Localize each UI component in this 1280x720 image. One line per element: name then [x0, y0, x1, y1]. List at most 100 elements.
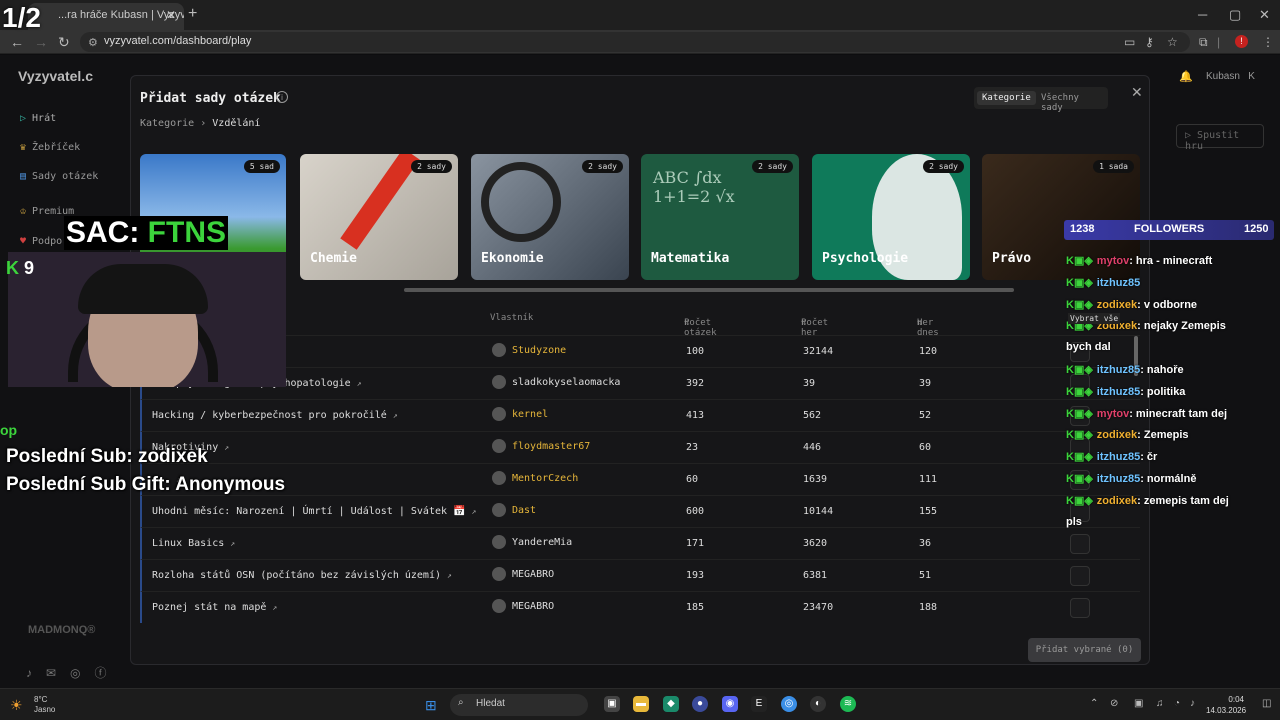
new-tab-icon[interactable]: + [188, 5, 197, 23]
user-menu[interactable]: Kubasn K [1206, 71, 1255, 82]
taskbar-clock[interactable]: 0:04 14.03.2026 [1206, 694, 1246, 716]
file-explorer-icon[interactable]: ▬ [633, 696, 649, 712]
last-gift-overlay: Poslední Sub Gift: Anonymous [6, 474, 286, 495]
chrome-icon[interactable]: ◎ [781, 696, 797, 712]
browser-tab[interactable]: ...ra hráče Kubasn | Vyzyvatel.cz [28, 3, 184, 30]
extensions-icon[interactable]: ⧉ [1199, 35, 1208, 50]
table-row[interactable]: europsychologie a psychopatologie ↗sladk… [140, 367, 1140, 399]
reload-icon[interactable]: ↻ [58, 34, 70, 51]
games-today: 155 [919, 506, 938, 517]
notifications-icon[interactable]: ◫ [1262, 698, 1271, 709]
set-owner[interactable]: floydmaster67 [492, 439, 590, 453]
games-count: 446 [803, 442, 822, 453]
view-toggle: Kategorie Všechny sady [974, 87, 1108, 113]
external-link-icon: ↗ [230, 539, 236, 548]
sidebar-item-hrat[interactable]: ▷ Hrát [20, 113, 56, 124]
table-row[interactable]: Linux Basics ↗ YandereMia 171 3620 36 [140, 527, 1140, 559]
category-card-matematika[interactable]: ABC ∫dx 1+1=2 √x 2 sady Matematika [641, 154, 799, 280]
set-owner[interactable]: kernel [492, 407, 548, 421]
table-row[interactable]: Uhodni měsíc: Narození | Úmrtí | Událost… [140, 495, 1140, 527]
profile-alert-icon[interactable]: ! [1235, 35, 1248, 48]
taskbar-search[interactable]: ⌕ Hledat [450, 694, 588, 716]
set-owner[interactable]: Studyzone [492, 343, 566, 357]
table-row[interactable]: ... ↗ MentorCzech 60 1639 111 [140, 463, 1140, 495]
set-name-link[interactable]: Hacking / kyberbezpečnost pro pokročilé … [152, 410, 398, 421]
app-icon[interactable]: ◆ [663, 696, 679, 712]
microphone-icon[interactable]: ♫ [1156, 698, 1164, 709]
set-name-link[interactable]: Linux Basics ↗ [152, 538, 235, 549]
games-count: 23470 [803, 602, 834, 613]
row-checkbox[interactable] [1070, 598, 1090, 618]
games-today: 39 [919, 378, 932, 389]
start-game-button[interactable]: ▷ Spustit hru [1176, 124, 1264, 152]
app-icon[interactable]: ● [692, 696, 708, 712]
sidebar-item-zebricek[interactable]: ♛ Žebříček [20, 142, 80, 153]
set-owner[interactable]: MentorCzech [492, 471, 578, 485]
table-row[interactable]: Rozloha států OSN (počítáno bez závislýc… [140, 559, 1140, 591]
discord-icon[interactable]: ◉ [722, 696, 738, 712]
obs-icon[interactable]: ◐ [810, 696, 826, 712]
site-info-icon[interactable]: ⚙ [88, 36, 98, 49]
games-today: 52 [919, 410, 932, 421]
category-name: Chemie [310, 251, 357, 266]
row-checkbox[interactable] [1070, 566, 1090, 586]
tray-chevron-icon[interactable]: ⌃ [1090, 698, 1098, 709]
table-row[interactable]: Poznej stát na mapě ↗ MEGABRO 185 23470 188 [140, 591, 1140, 623]
maximize-icon[interactable]: ▢ [1229, 7, 1241, 23]
wifi-icon[interactable]: ◔ [1174, 698, 1180, 709]
tray-network-icon[interactable]: ⊘ [1110, 698, 1118, 709]
tab-close-icon[interactable]: ✕ [166, 8, 176, 22]
column-owner[interactable]: Vlastník [490, 313, 533, 323]
book-icon: ▤ [20, 171, 27, 182]
back-icon[interactable]: ← [10, 34, 24, 50]
info-icon[interactable]: i [276, 91, 288, 103]
avatar [492, 343, 506, 357]
task-view-icon[interactable]: ▣ [604, 696, 620, 712]
set-owner[interactable]: MEGABRO [492, 567, 554, 581]
avatar [492, 599, 506, 613]
category-card-psychologie[interactable]: 2 sady Psychologie [812, 154, 970, 280]
tab-kategorie[interactable]: Kategorie [977, 91, 1036, 105]
social-icons[interactable]: ♪✉◎ⓕ [26, 664, 121, 681]
table-row[interactable]: mačky na střední ↗Studyzone10032144120 [140, 335, 1140, 367]
category-card-chemie[interactable]: 2 sady Chemie [300, 154, 458, 280]
url-field[interactable]: vyzyvatel.com/dashboard/play [80, 32, 1190, 52]
bookmark-star-icon[interactable]: ☆ [1167, 35, 1178, 49]
category-card-ekonomie[interactable]: 2 sady Ekonomie [471, 154, 629, 280]
chat-badges-icon: K▣◈ [1066, 429, 1093, 442]
select-all-button[interactable]: Vybrat vše [1068, 313, 1121, 324]
breadcrumb-root[interactable]: Kategorie [140, 118, 194, 129]
set-owner[interactable]: Dast [492, 503, 536, 517]
set-owner[interactable]: YandereMia [492, 535, 572, 549]
tab-vsechny-sady[interactable]: Všechny sady [1036, 91, 1108, 115]
address-bar: ← → ↻ vyzyvatel.com/dashboard/play [0, 30, 1280, 54]
sidebar-item-podpora[interactable]: ♥ Podpo [20, 236, 62, 247]
add-selected-button[interactable]: Přidat vybrané (0) [1028, 638, 1141, 662]
table-row[interactable]: Hacking / kyberbezpečnost pro pokročilé … [140, 399, 1140, 431]
window-close-icon[interactable]: ✕ [1259, 7, 1270, 23]
set-owner[interactable]: sladkokyselaomacka [492, 375, 620, 389]
spotify-icon[interactable]: ≋ [840, 696, 856, 712]
sidebar-item-sady[interactable]: ▤ Sady otázek [20, 171, 98, 182]
tray-app-icon[interactable]: ▣ [1134, 698, 1143, 709]
menu-dots-icon[interactable]: ⋮ [1262, 35, 1274, 49]
row-checkbox[interactable] [1070, 534, 1090, 554]
modal-close-icon[interactable]: ✕ [1131, 84, 1143, 101]
carousel-scrollbar[interactable] [404, 288, 1014, 292]
minimize-icon[interactable]: ─ [1198, 7, 1207, 22]
key-icon[interactable]: ⚷ [1145, 35, 1154, 49]
set-name-link[interactable]: Rozloha států OSN (počítáno bez závislýc… [152, 570, 452, 581]
set-name-link[interactable]: Poznej stát na mapě ↗ [152, 602, 277, 613]
notification-bell-icon[interactable]: 🔔 [1179, 70, 1193, 83]
site-logo[interactable]: Vyzyvatel.c [18, 68, 93, 84]
windows-start-icon[interactable]: ⊞ [425, 697, 437, 714]
games-today: 188 [919, 602, 938, 613]
chat-badges-icon: K▣◈ [1066, 298, 1093, 311]
forward-icon[interactable]: → [34, 34, 48, 50]
set-name-link[interactable]: Uhodni měsíc: Narození | Úmrtí | Událost… [152, 506, 476, 517]
set-owner[interactable]: MEGABRO [492, 599, 554, 613]
epic-games-icon[interactable]: E [751, 696, 767, 712]
volume-icon[interactable]: ♪ [1190, 698, 1195, 709]
table-row[interactable]: Nakrotiviny ↗ floydmaster67 23 446 60 [140, 431, 1140, 463]
cast-icon[interactable]: ▭ [1124, 35, 1135, 49]
